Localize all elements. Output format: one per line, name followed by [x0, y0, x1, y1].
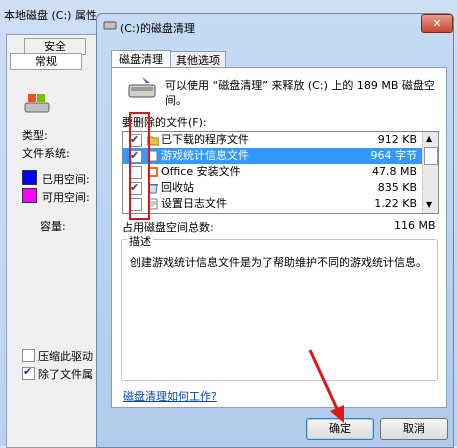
compress-drive-checkbox[interactable]: [22, 349, 35, 362]
scrollbar-thumb[interactable]: [424, 147, 438, 165]
cancel-button[interactable]: 取消: [380, 418, 448, 440]
red-arrow-icon: [308, 349, 344, 423]
free-space-label: 可用空间:: [42, 191, 90, 204]
tab-general[interactable]: 常规: [10, 53, 82, 70]
files-list[interactable]: 已下载的程序文件 912 KB 游戏统计信息文件 964 字节 Office 安…: [122, 131, 439, 214]
index-files-label: 除了文件属: [38, 368, 93, 381]
list-item[interactable]: 游戏统计信息文件 964 字节: [123, 148, 423, 164]
help-link[interactable]: 磁盘清理如何工作?: [123, 388, 217, 404]
close-button[interactable]: ✕: [421, 14, 453, 33]
files-list-scrollbar[interactable]: ▲ ▼: [422, 132, 438, 213]
scroll-up-icon[interactable]: ▲: [426, 134, 432, 143]
disk-cleanup-icon: [128, 77, 156, 98]
list-item[interactable]: 设置日志文件 1.22 KB: [123, 196, 423, 212]
list-item[interactable]: 已下载的程序文件 912 KB: [123, 132, 423, 148]
list-item[interactable]: 回收站 835 KB: [123, 180, 423, 196]
description-text: 创建游戏统计信息文件是为了帮助维护不同的游戏统计信息。: [130, 256, 427, 269]
total-space-value: 116 MB: [394, 219, 436, 232]
scroll-down-icon[interactable]: ▼: [426, 200, 432, 209]
type-label: 类型:: [22, 129, 48, 142]
compress-drive-label: 压缩此驱动: [38, 350, 93, 363]
list-item[interactable]: Office 安装文件 47.8 MB: [123, 164, 423, 180]
capacity-label: 容量:: [40, 220, 66, 233]
drive-icon: [24, 94, 50, 113]
dialog-title: (C:)的磁盘清理: [120, 22, 195, 35]
info-text: 可以使用 “磁盘清理” 来释放 (C:) 上的 189 MB 磁盘空间。: [165, 79, 435, 107]
description-title: 描述: [127, 233, 153, 249]
filesystem-label: 文件系统:: [22, 147, 70, 160]
disk-cleanup-title-icon: [103, 21, 117, 30]
used-space-swatch: [22, 170, 37, 185]
highlight-box: [129, 112, 150, 220]
free-space-swatch: [22, 188, 37, 203]
background-window-title: 本地磁盘 (C:) 属性: [4, 9, 97, 22]
index-files-checkbox[interactable]: [22, 365, 35, 380]
used-space-label: 已用空间:: [42, 173, 90, 186]
